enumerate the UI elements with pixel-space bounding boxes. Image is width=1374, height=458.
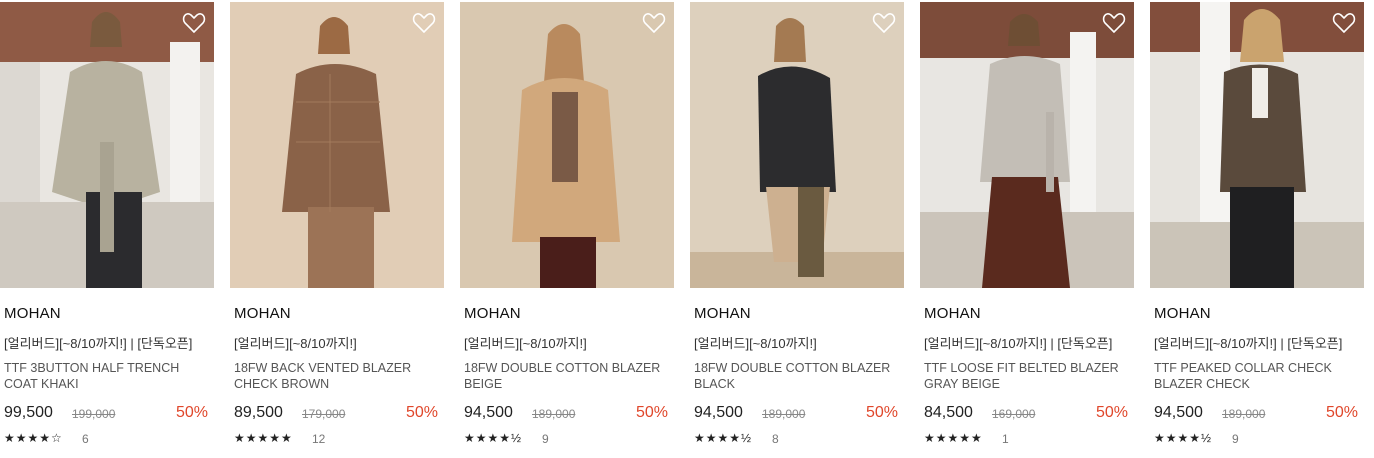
review-count: 9 (1232, 432, 1239, 446)
discount-rate: 50% (405, 404, 438, 421)
promo-tag: [얼리버드][~8/10까지!] (464, 336, 587, 351)
discount-rate: 50% (865, 404, 898, 421)
product-name[interactable]: TTF LOOSE FIT BELTED BLAZER GRAY BEIGE (924, 360, 1130, 392)
product-image[interactable] (690, 2, 904, 288)
sale-price: 94,500 (694, 404, 743, 421)
product-card[interactable]: MOHAN [얼리버드][~8/10까지!] 18FW BACK VENTED … (230, 0, 444, 458)
star-rating: ★★★★★ (924, 431, 983, 445)
review-count: 9 (542, 432, 549, 446)
product-card[interactable]: MOHAN [얼리버드][~8/10까지!] 18FW DOUBLE COTTO… (690, 0, 904, 458)
original-price: 189,000 (532, 407, 576, 421)
star-rating: ★★★★½ (464, 431, 523, 445)
heart-icon[interactable] (872, 12, 896, 34)
promo-tag: [얼리버드][~8/10까지!] (694, 336, 817, 351)
product-image[interactable] (230, 2, 444, 288)
review-count: 6 (82, 432, 89, 446)
heart-icon[interactable] (182, 12, 206, 34)
product-name[interactable]: 18FW DOUBLE COTTON BLAZER BEIGE (464, 360, 670, 392)
promo-tag: [얼리버드][~8/10까지!] | [단독오픈] (924, 336, 1113, 351)
discount-rate: 50% (175, 404, 208, 421)
sale-price: 99,500 (4, 404, 53, 421)
product-card[interactable]: MOHAN [얼리버드][~8/10까지!] 18FW DOUBLE COTTO… (460, 0, 674, 458)
star-rating: ★★★★☆ (4, 431, 63, 445)
brand-name[interactable]: MOHAN (694, 305, 751, 322)
product-image[interactable] (460, 2, 674, 288)
star-rating: ★★★★½ (1154, 431, 1213, 445)
product-name[interactable]: TTF 3BUTTON HALF TRENCH COAT KHAKI (4, 360, 210, 392)
product-image[interactable] (920, 2, 1134, 288)
product-image[interactable] (1150, 2, 1364, 288)
original-price: 199,000 (72, 407, 116, 421)
product-card[interactable]: MOHAN [얼리버드][~8/10까지!] | [단독오픈] TTF LOOS… (920, 0, 1134, 458)
brand-name[interactable]: MOHAN (234, 305, 291, 322)
sale-price: 89,500 (234, 404, 283, 421)
product-card[interactable]: MOHAN [얼리버드][~8/10까지!] | [단독오픈] TTF PEAK… (1150, 0, 1364, 458)
product-name[interactable]: TTF PEAKED COLLAR CHECK BLAZER CHECK (1154, 360, 1360, 392)
sale-price: 94,500 (1154, 404, 1203, 421)
promo-tag: [얼리버드][~8/10까지!] | [단독오픈] (1154, 336, 1343, 351)
product-image[interactable] (0, 2, 214, 288)
sale-price: 94,500 (464, 404, 513, 421)
product-name[interactable]: 18FW DOUBLE COTTON BLAZER BLACK (694, 360, 900, 392)
product-grid: MOHAN [얼리버드][~8/10까지!] | [단독오픈] TTF 3BUT… (0, 0, 1374, 458)
original-price: 179,000 (302, 407, 346, 421)
product-card[interactable]: MOHAN [얼리버드][~8/10까지!] | [단독오픈] TTF 3BUT… (0, 0, 214, 458)
discount-rate: 50% (635, 404, 668, 421)
star-rating: ★★★★½ (694, 431, 753, 445)
discount-rate: 50% (1095, 404, 1128, 421)
heart-icon[interactable] (642, 12, 666, 34)
brand-name[interactable]: MOHAN (464, 305, 521, 322)
product-name[interactable]: 18FW BACK VENTED BLAZER CHECK BROWN (234, 360, 440, 392)
review-count: 8 (772, 432, 779, 446)
promo-tag: [얼리버드][~8/10까지!] | [단독오픈] (4, 336, 193, 351)
review-count: 1 (1002, 432, 1009, 446)
heart-icon[interactable] (412, 12, 436, 34)
promo-tag: [얼리버드][~8/10까지!] (234, 336, 357, 351)
brand-name[interactable]: MOHAN (4, 305, 61, 322)
heart-icon[interactable] (1102, 12, 1126, 34)
review-count: 12 (312, 432, 326, 446)
original-price: 189,000 (762, 407, 806, 421)
original-price: 169,000 (992, 407, 1036, 421)
heart-icon[interactable] (1332, 12, 1356, 34)
brand-name[interactable]: MOHAN (1154, 305, 1211, 322)
sale-price: 84,500 (924, 404, 973, 421)
discount-rate: 50% (1325, 404, 1358, 421)
star-rating: ★★★★★ (234, 431, 293, 445)
original-price: 189,000 (1222, 407, 1266, 421)
brand-name[interactable]: MOHAN (924, 305, 981, 322)
